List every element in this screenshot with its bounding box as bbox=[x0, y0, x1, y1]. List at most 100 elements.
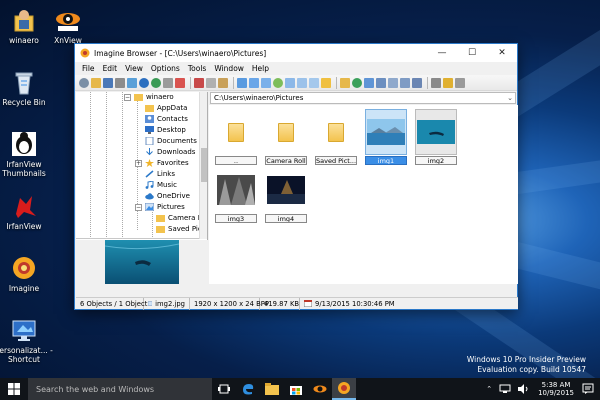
details-view-icon[interactable] bbox=[261, 77, 271, 88]
collapse-toggle[interactable]: − bbox=[135, 204, 142, 211]
toolbar-separator bbox=[336, 76, 337, 89]
sync-icon[interactable] bbox=[352, 77, 362, 88]
small-icons-icon[interactable] bbox=[297, 77, 307, 88]
slideshow-icon[interactable] bbox=[175, 77, 185, 88]
clock[interactable]: 5:38 AM 10/9/2015 bbox=[532, 381, 580, 397]
search-box[interactable]: Search the web and Windows bbox=[28, 378, 212, 400]
refresh-icon[interactable] bbox=[273, 77, 283, 88]
tree-item-saved-pictures[interactable]: Saved Pic bbox=[156, 224, 200, 234]
menu-view[interactable]: View bbox=[121, 64, 147, 73]
rotate-icon[interactable] bbox=[376, 77, 386, 88]
collapse-toggle[interactable]: − bbox=[124, 94, 131, 101]
tree-item-camera-roll[interactable]: Camera R bbox=[156, 213, 200, 223]
file-item-img3[interactable]: img3 bbox=[215, 167, 257, 223]
taskbar-xnview[interactable] bbox=[308, 378, 332, 400]
tree-item-links[interactable]: Links bbox=[145, 169, 175, 179]
menu-options[interactable]: Options bbox=[147, 64, 184, 73]
app-icon bbox=[80, 48, 90, 58]
move-icon[interactable] bbox=[364, 77, 374, 88]
file-item-parent[interactable]: .. bbox=[215, 109, 257, 165]
tree-guide bbox=[106, 92, 107, 238]
filter-icon[interactable] bbox=[321, 77, 331, 88]
menu-tools[interactable]: Tools bbox=[184, 64, 210, 73]
menu-edit[interactable]: Edit bbox=[99, 64, 122, 73]
settings-icon[interactable] bbox=[163, 77, 173, 88]
file-item-saved-pictures[interactable]: Saved Pict... bbox=[315, 109, 357, 165]
tree-item-appdata[interactable]: AppData bbox=[145, 103, 187, 113]
print-icon[interactable] bbox=[115, 77, 125, 88]
menu-window[interactable]: Window bbox=[210, 64, 248, 73]
address-bar[interactable]: C:\Users\winaero\Pictures ⌄ bbox=[210, 92, 516, 104]
desktop-icon-personalization-shortcut[interactable]: Personalizat... - Shortcut bbox=[0, 316, 56, 364]
personalization-shortcut-icon bbox=[10, 316, 38, 344]
network-icon[interactable] bbox=[499, 384, 511, 394]
tools-icon[interactable] bbox=[431, 77, 441, 88]
desktop-icon-irfanview[interactable]: IrfanView bbox=[0, 192, 56, 231]
action-center-icon[interactable] bbox=[582, 383, 594, 395]
task-view-button[interactable] bbox=[212, 378, 236, 400]
grid-icon[interactable] bbox=[388, 77, 398, 88]
tree-item-winaero[interactable]: winaero bbox=[134, 92, 174, 102]
image-preview-pane bbox=[76, 240, 208, 284]
minimize-button[interactable]: — bbox=[427, 44, 457, 62]
info-icon[interactable] bbox=[139, 77, 149, 88]
start-button[interactable] bbox=[0, 378, 28, 400]
tree-item-documents[interactable]: Documents bbox=[145, 136, 197, 146]
tree-item-downloads[interactable]: Downloads bbox=[145, 147, 195, 157]
close-button[interactable]: ✕ bbox=[487, 44, 517, 62]
status-dimensions: 1920 x 1200 x 24 BPP bbox=[190, 297, 269, 310]
paste-icon[interactable] bbox=[218, 77, 228, 88]
volume-icon[interactable] bbox=[517, 384, 529, 394]
menu-file[interactable]: File bbox=[78, 64, 99, 73]
file-item-img4[interactable]: img4 bbox=[265, 167, 307, 223]
thumbnails-view-icon[interactable] bbox=[237, 77, 247, 88]
star-icon[interactable] bbox=[443, 77, 453, 88]
file-item-camera-roll[interactable]: Camera Roll bbox=[265, 109, 307, 165]
scan-icon[interactable] bbox=[127, 77, 137, 88]
taskbar-imagine[interactable] bbox=[332, 378, 356, 400]
desktop-icon-recycle-bin[interactable]: Recycle Bin bbox=[0, 68, 56, 107]
status-bar: 6 Objects / 1 Object img2.jpg 1920 x 120… bbox=[76, 297, 518, 310]
title-bar[interactable]: Imagine Browser - [C:\Users\winaero\Pict… bbox=[75, 44, 517, 62]
taskbar-store[interactable] bbox=[284, 378, 308, 400]
globe-icon[interactable] bbox=[151, 77, 161, 88]
cut-icon[interactable] bbox=[194, 77, 204, 88]
view-icon[interactable] bbox=[79, 77, 89, 88]
folder-icon bbox=[134, 94, 143, 101]
compare-icon[interactable] bbox=[400, 77, 410, 88]
file-item-img1[interactable]: img1 bbox=[365, 109, 407, 165]
desktop-icon-xnview[interactable]: XnView bbox=[36, 6, 100, 45]
scrollbar-thumb[interactable] bbox=[201, 148, 207, 182]
copy-icon[interactable] bbox=[206, 77, 216, 88]
expand-toggle[interactable]: + bbox=[135, 160, 142, 167]
list-view-icon[interactable] bbox=[249, 77, 259, 88]
open-icon[interactable] bbox=[91, 77, 101, 88]
tree-item-favorites[interactable]: Favorites bbox=[145, 158, 189, 168]
maximize-button[interactable]: ☐ bbox=[457, 44, 487, 62]
desktop-icon-imagine[interactable]: Imagine bbox=[0, 254, 56, 293]
taskbar-edge[interactable] bbox=[236, 378, 260, 400]
tree-item-music[interactable]: Music bbox=[145, 180, 177, 190]
chevron-up-icon[interactable]: ⌃ bbox=[482, 385, 496, 393]
save-icon[interactable] bbox=[103, 77, 113, 88]
watermark-line: Evaluation copy. Build 10547 bbox=[477, 365, 586, 374]
image-thumbnail bbox=[415, 109, 457, 155]
tree-item-pictures[interactable]: Pictures bbox=[145, 202, 185, 212]
tree-item-desktop[interactable]: Desktop bbox=[145, 125, 186, 135]
tree-scrollbar[interactable] bbox=[199, 92, 207, 239]
taskbar-file-explorer[interactable] bbox=[260, 378, 284, 400]
menu-help[interactable]: Help bbox=[248, 64, 273, 73]
cursor-icon[interactable] bbox=[455, 77, 465, 88]
sort-icon[interactable] bbox=[309, 77, 319, 88]
desktop-icon-irfanview-thumbnails[interactable]: IrfanView Thumbnails bbox=[0, 130, 56, 178]
file-item-img2[interactable]: img2 bbox=[415, 109, 457, 165]
star-icon bbox=[145, 159, 154, 167]
left-pane: − winaero AppData Contacts Desktop Docum… bbox=[76, 92, 208, 284]
folder-up-icon[interactable] bbox=[340, 77, 350, 88]
image-thumbnail bbox=[265, 167, 307, 213]
batch-icon[interactable] bbox=[412, 77, 422, 88]
large-icons-icon[interactable] bbox=[285, 77, 295, 88]
tree-item-onedrive[interactable]: OneDrive bbox=[145, 191, 190, 201]
tree-item-contacts[interactable]: Contacts bbox=[145, 114, 188, 124]
chevron-down-icon[interactable]: ⌄ bbox=[507, 93, 513, 103]
